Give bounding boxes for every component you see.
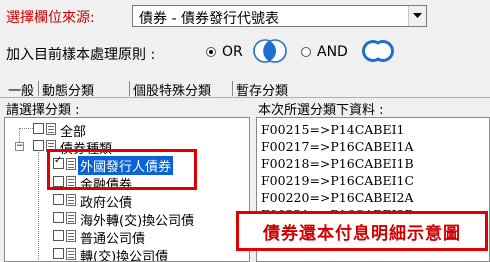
tree-connector (19, 128, 33, 129)
tree-item-label: 普通公司債 (80, 232, 146, 247)
chevron-down-icon[interactable] (408, 6, 426, 26)
and-radio[interactable] (301, 47, 311, 57)
tab-divider (129, 81, 130, 96)
tree-item-label: 轉(交)換公司債 (80, 250, 169, 262)
list-item[interactable]: F00219=>P16CABEI1C (261, 173, 414, 188)
list-item[interactable]: F00215=>P14CABEI1 (261, 122, 405, 137)
document-icon (66, 248, 76, 260)
highlight-box (47, 149, 197, 190)
or-radio[interactable] (206, 47, 216, 57)
checkbox-icon[interactable] (53, 248, 64, 259)
tab-underline (0, 97, 490, 98)
annotation-callout: 債券還本付息明細示意圖 (236, 211, 488, 251)
checkbox-icon[interactable] (53, 212, 64, 223)
list-item[interactable]: F00217=>P16CABEI1A (261, 139, 414, 154)
list-item[interactable]: F00220=>P16CABEI2A (261, 190, 414, 205)
tree-item-label: 海外轉(交)換公司債 (80, 214, 195, 229)
checkbox-icon[interactable] (33, 140, 44, 151)
source-select-value: 債券 - 債券發行代號表 (139, 11, 279, 27)
results-header: 本次所選分類下資料 : (258, 103, 384, 118)
tab-divider (232, 81, 233, 96)
category-header: 請選擇分類 : (6, 103, 80, 118)
source-select[interactable]: 債券 - 債券發行代號表 (132, 5, 427, 27)
tab-bar: 一般 動態分類 個股特殊分類 暫存分類 (6, 80, 306, 99)
and-option-label: AND (317, 44, 348, 60)
document-icon (66, 212, 76, 224)
tab-divider (38, 81, 39, 96)
document-icon (66, 230, 76, 242)
source-label: 選擇欄位來源: (6, 10, 95, 26)
document-icon (66, 194, 76, 206)
checkbox-icon[interactable] (53, 194, 64, 205)
document-icon (46, 123, 56, 135)
list-item[interactable]: F00218=>P16CABEI1B (261, 156, 414, 171)
venn-union-icon[interactable] (360, 38, 396, 68)
collapse-icon[interactable]: − (15, 142, 24, 151)
venn-intersection-icon[interactable] (252, 38, 288, 68)
tree-item-label: 政府公債 (80, 196, 133, 211)
principle-label: 加入目前樣本處理原則 : (6, 47, 156, 63)
checkbox-icon[interactable] (53, 230, 64, 241)
tree-connector (38, 152, 39, 261)
checkbox-icon[interactable] (33, 123, 44, 134)
or-option-label: OR (222, 44, 243, 60)
